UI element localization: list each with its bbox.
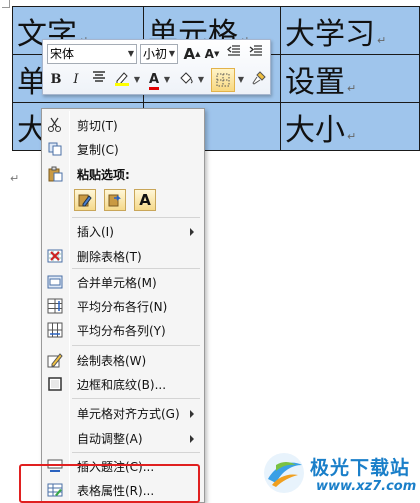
keep-source-formatting-icon bbox=[78, 194, 92, 207]
cell-text: 设置 bbox=[285, 64, 345, 100]
menu-item-draw-table[interactable]: 绘制表格(W) bbox=[44, 349, 202, 371]
menu-item-paste-options: 粘贴选项: bbox=[44, 163, 202, 185]
paste-icon bbox=[47, 166, 63, 182]
borders-dropdown[interactable]: ▼ bbox=[237, 70, 245, 90]
paragraph-mark: ↵ bbox=[10, 172, 20, 185]
borders-shading-icon bbox=[47, 376, 63, 392]
menu-item-copy[interactable]: 复制(C) bbox=[44, 138, 202, 160]
borders-button[interactable] bbox=[211, 68, 235, 92]
shrink-font-button[interactable]: A▼ bbox=[203, 44, 221, 64]
menu-separator bbox=[72, 217, 200, 218]
menu-item-label: 自动调整(A) bbox=[77, 432, 143, 446]
text-only-icon: A bbox=[139, 191, 151, 209]
aurora-logo-icon bbox=[264, 453, 304, 493]
menu-separator bbox=[72, 268, 200, 269]
table-cell[interactable]: 大小 ↵ bbox=[280, 102, 420, 151]
font-color-icon: A bbox=[148, 73, 160, 90]
decrease-indent-button[interactable] bbox=[225, 44, 243, 64]
bold-button[interactable]: B bbox=[47, 70, 65, 90]
center-align-icon bbox=[93, 71, 105, 82]
submenu-arrow-icon bbox=[190, 228, 194, 236]
menu-item-borders-shading[interactable]: 边框和底纹(B)... bbox=[44, 373, 202, 395]
grow-font-icon: A bbox=[183, 45, 196, 63]
highlight-color-button[interactable] bbox=[111, 70, 133, 90]
menu-item-label: 删除表格(T) bbox=[77, 250, 142, 264]
format-painter-icon bbox=[252, 71, 266, 85]
distribute-columns-icon bbox=[47, 322, 63, 338]
merge-cells-icon bbox=[47, 274, 63, 290]
font-color-dropdown[interactable]: ▼ bbox=[163, 70, 171, 90]
increase-indent-icon bbox=[249, 45, 262, 56]
font-color-button[interactable]: A bbox=[145, 70, 163, 90]
font-size-dropdown[interactable]: 小初 ▼ bbox=[140, 44, 178, 64]
menu-item-autofit[interactable]: 自动调整(A) bbox=[44, 427, 202, 449]
watermark: 极光下载站 www.xz7.com bbox=[262, 449, 420, 503]
annotation-highlight-box bbox=[19, 464, 200, 503]
cell-text: 大小 bbox=[285, 112, 345, 148]
menu-item-label: 绘制表格(W) bbox=[77, 354, 147, 368]
menu-item-label: 插入(I) bbox=[77, 225, 114, 239]
distribute-rows-icon bbox=[47, 298, 63, 314]
font-size-value: 小初 bbox=[143, 47, 168, 61]
context-menu: 剪切(T) 复制(C) 粘贴选项: A 插入(I) 删除表格(T) 合并单元格(… bbox=[41, 108, 205, 503]
menu-item-label: 合并单元格(M) bbox=[77, 276, 157, 290]
draw-table-icon bbox=[47, 352, 63, 368]
delete-table-icon bbox=[47, 248, 63, 264]
scissors-icon bbox=[47, 117, 63, 133]
shading-button[interactable] bbox=[175, 70, 197, 90]
menu-separator bbox=[72, 398, 200, 399]
watermark-url: www.xz7.com bbox=[316, 479, 417, 494]
highlighter-icon bbox=[115, 72, 129, 86]
menu-item-distribute-rows[interactable]: 平均分布各行(N) bbox=[44, 295, 202, 317]
shrink-font-icon: A bbox=[204, 47, 214, 61]
merge-formatting-icon bbox=[108, 194, 121, 207]
submenu-arrow-icon bbox=[190, 435, 194, 443]
paste-text-only-button[interactable]: A bbox=[134, 189, 156, 211]
menu-item-insert[interactable]: 插入(I) bbox=[44, 220, 202, 242]
cell-text: 大学习 bbox=[285, 16, 375, 52]
italic-icon: I bbox=[73, 72, 79, 87]
menu-item-cut[interactable]: 剪切(T) bbox=[44, 114, 202, 136]
table-cell[interactable]: 大学习 ↵ bbox=[280, 6, 420, 55]
menu-item-merge-cells[interactable]: 合并单元格(M) bbox=[44, 271, 202, 293]
paste-keep-source-button[interactable] bbox=[74, 189, 96, 211]
center-align-button[interactable] bbox=[89, 70, 109, 90]
highlight-color-dropdown[interactable]: ▼ bbox=[133, 70, 141, 90]
increase-indent-button[interactable] bbox=[247, 44, 265, 64]
menu-separator bbox=[72, 345, 200, 346]
watermark-name: 极光下载站 bbox=[310, 457, 411, 479]
menu-item-label: 边框和底纹(B)... bbox=[77, 378, 167, 392]
border-grid-icon bbox=[216, 73, 230, 87]
table-cell[interactable]: 设置 ↵ bbox=[280, 54, 420, 103]
italic-button[interactable]: I bbox=[67, 70, 85, 90]
menu-item-delete-table[interactable]: 删除表格(T) bbox=[44, 245, 202, 267]
menu-item-distribute-columns[interactable]: 平均分布各列(Y) bbox=[44, 319, 202, 341]
paste-merge-formatting-button[interactable] bbox=[104, 189, 126, 211]
chevron-down-icon: ▼ bbox=[127, 49, 134, 58]
font-name-value: 宋体 bbox=[50, 47, 75, 61]
margin-corner-mark bbox=[2, 0, 10, 8]
grow-font-button[interactable]: A▲ bbox=[183, 44, 201, 64]
menu-item-label: 剪切(T) bbox=[77, 119, 118, 133]
chevron-down-icon: ▼ bbox=[168, 49, 175, 58]
copy-icon bbox=[47, 141, 63, 157]
menu-item-cell-alignment[interactable]: 单元格对齐方式(G) bbox=[44, 402, 202, 424]
format-painter-button[interactable] bbox=[249, 70, 269, 90]
bold-icon: B bbox=[50, 72, 62, 87]
decrease-indent-icon bbox=[226, 45, 240, 56]
font-name-dropdown[interactable]: 宋体 ▼ bbox=[47, 44, 137, 64]
menu-item-label: 平均分布各行(N) bbox=[77, 300, 168, 314]
menu-item-label: 复制(C) bbox=[77, 143, 119, 157]
submenu-arrow-icon bbox=[190, 410, 194, 418]
paint-bucket-icon bbox=[180, 72, 193, 84]
mini-toolbar: 宋体 ▼ 小初 ▼ A▲ A▼ B I ▼ A ▼ ▼ ▼ bbox=[42, 39, 271, 95]
menu-item-label: 粘贴选项: bbox=[77, 168, 130, 182]
menu-item-label: 单元格对齐方式(G) bbox=[77, 407, 180, 421]
menu-separator bbox=[72, 452, 200, 453]
menu-item-label: 平均分布各列(Y) bbox=[77, 324, 166, 338]
shading-dropdown[interactable]: ▼ bbox=[197, 70, 205, 90]
